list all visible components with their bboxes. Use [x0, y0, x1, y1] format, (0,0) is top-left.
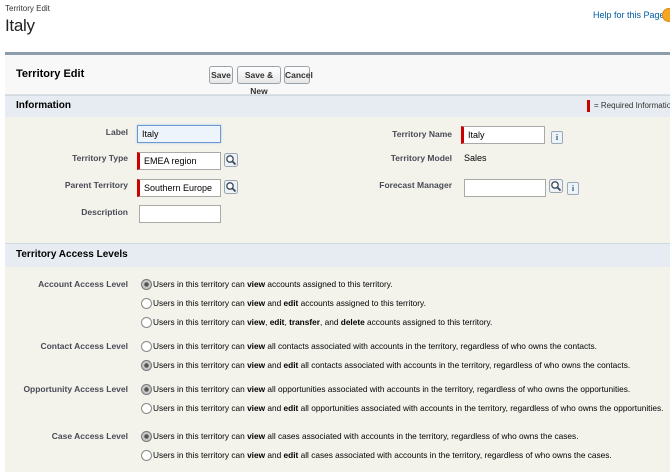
breadcrumb: Territory Edit: [5, 4, 50, 13]
access-option-label: Users in this territory can view account…: [153, 279, 393, 289]
help-link[interactable]: Help for this Page: [593, 10, 665, 20]
forecast-manager-input[interactable]: [464, 179, 546, 197]
access-text: Users in this territory can: [153, 298, 248, 308]
access-option-label: Users in this territory can view, edit, …: [153, 317, 492, 327]
access-text: and: [265, 298, 284, 308]
access-level-label: Account Access Level: [38, 279, 128, 289]
access-keyword: view: [247, 298, 266, 308]
access-section-title: Territory Access Levels: [16, 249, 128, 260]
access-keyword: view: [247, 317, 266, 327]
access-keyword: edit: [283, 450, 299, 460]
access-keyword: view: [247, 384, 266, 394]
access-text: Users in this territory can: [153, 403, 248, 413]
access-text: all opportunities associated with accoun…: [298, 403, 664, 413]
access-radio-button[interactable]: [141, 341, 152, 352]
access-text: Users in this territory can: [153, 360, 248, 370]
required-note: = Required Information: [594, 101, 670, 110]
territory-name-input[interactable]: [461, 126, 545, 144]
access-text: and: [265, 360, 284, 370]
access-level-label: Case Access Level: [51, 431, 128, 441]
panel-title: Territory Edit: [16, 68, 85, 80]
access-text: Users in this territory can: [153, 341, 248, 351]
access-radio-button[interactable]: [141, 403, 152, 414]
access-radio-button[interactable]: [141, 279, 152, 290]
access-text: and: [265, 450, 284, 460]
access-option-label: Users in this territory can view all opp…: [153, 384, 630, 394]
access-text: accounts assigned to this territory.: [265, 279, 393, 289]
magnifier-lookup-icon[interactable]: [224, 153, 238, 167]
access-radio-button[interactable]: [141, 384, 152, 395]
territory-model-field-label: Territory Model: [390, 153, 452, 163]
information-section-title: Information: [16, 100, 71, 111]
access-radio-button[interactable]: [141, 450, 152, 461]
forecast-manager-field-label: Forecast Manager: [379, 180, 452, 190]
save-button[interactable]: Save: [209, 66, 233, 84]
access-keyword: edit: [283, 298, 299, 308]
access-text: all cases associated with accounts in th…: [265, 431, 579, 441]
help-icon[interactable]: [662, 8, 670, 22]
access-text: Users in this territory can: [153, 431, 248, 441]
panel-header: [5, 55, 670, 95]
description-field-label: Description: [81, 207, 128, 217]
access-text: Users in this territory can: [153, 384, 248, 394]
access-option-label: Users in this territory can view and edi…: [153, 450, 612, 460]
access-text: and: [265, 403, 284, 413]
access-keyword: view: [247, 279, 266, 289]
access-option-label: Users in this territory can view all cas…: [153, 431, 579, 441]
magnifier-lookup-icon[interactable]: [549, 179, 563, 193]
access-keyword: view: [247, 450, 266, 460]
access-keyword: delete: [340, 317, 365, 327]
page-title: Italy: [5, 16, 35, 35]
access-keyword: view: [247, 341, 266, 351]
access-text: accounts assigned to this territory.: [298, 298, 426, 308]
access-level-label: Opportunity Access Level: [23, 384, 128, 394]
access-keyword: edit: [283, 403, 299, 413]
access-keyword: edit: [283, 360, 299, 370]
access-radio-button[interactable]: [141, 360, 152, 371]
information-section-bar: [5, 95, 670, 117]
access-level-label: Contact Access Level: [40, 341, 128, 351]
territory-type-field-label: Territory Type: [72, 153, 128, 163]
territory-type-input[interactable]: [137, 152, 221, 170]
access-keyword: transfer: [289, 317, 320, 327]
access-option-label: Users in this territory can view all con…: [153, 341, 597, 351]
info-icon[interactable]: i: [567, 182, 579, 195]
territory-name-field-label: Territory Name: [392, 129, 452, 139]
access-keyword: edit: [269, 317, 285, 327]
access-radio-button[interactable]: [141, 431, 152, 442]
cancel-button[interactable]: Cancel: [284, 66, 313, 84]
access-radio-button[interactable]: [141, 317, 152, 328]
info-icon[interactable]: i: [551, 131, 563, 144]
territory-model-value: Sales: [464, 153, 487, 163]
access-text: Users in this territory can: [153, 450, 248, 460]
parent-territory-field-label: Parent Territory: [64, 180, 128, 190]
access-text: accounts assigned to this territory.: [364, 317, 493, 327]
description-input[interactable]: [139, 205, 221, 223]
access-text: , and: [319, 317, 341, 327]
access-option-label: Users in this territory can view and edi…: [153, 360, 630, 370]
page-header: Territory Edit Italy Help for this Page: [0, 0, 670, 50]
save-and-new-button[interactable]: Save & New: [237, 66, 281, 96]
required-indicator: [587, 100, 590, 112]
access-option-label: Users in this territory can view and edi…: [153, 298, 426, 308]
access-keyword: view: [247, 403, 266, 413]
label-field-label: Label: [105, 127, 128, 137]
magnifier-lookup-icon[interactable]: [224, 180, 238, 194]
access-keyword: view: [247, 431, 266, 441]
access-text: all cases associated with accounts in th…: [298, 450, 612, 460]
access-option-label: Users in this territory can view and edi…: [153, 403, 663, 413]
access-keyword: view: [247, 360, 266, 370]
access-radio-button[interactable]: [141, 298, 152, 309]
access-text: all opportunities associated with accoun…: [265, 384, 631, 394]
parent-territory-input[interactable]: [137, 179, 221, 197]
access-text: Users in this territory can: [153, 279, 248, 289]
access-text: all contacts associated with accounts in…: [298, 360, 631, 370]
access-text: Users in this territory can: [153, 317, 248, 327]
access-text: all contacts associated with accounts in…: [265, 341, 597, 351]
label-input[interactable]: [137, 125, 221, 143]
